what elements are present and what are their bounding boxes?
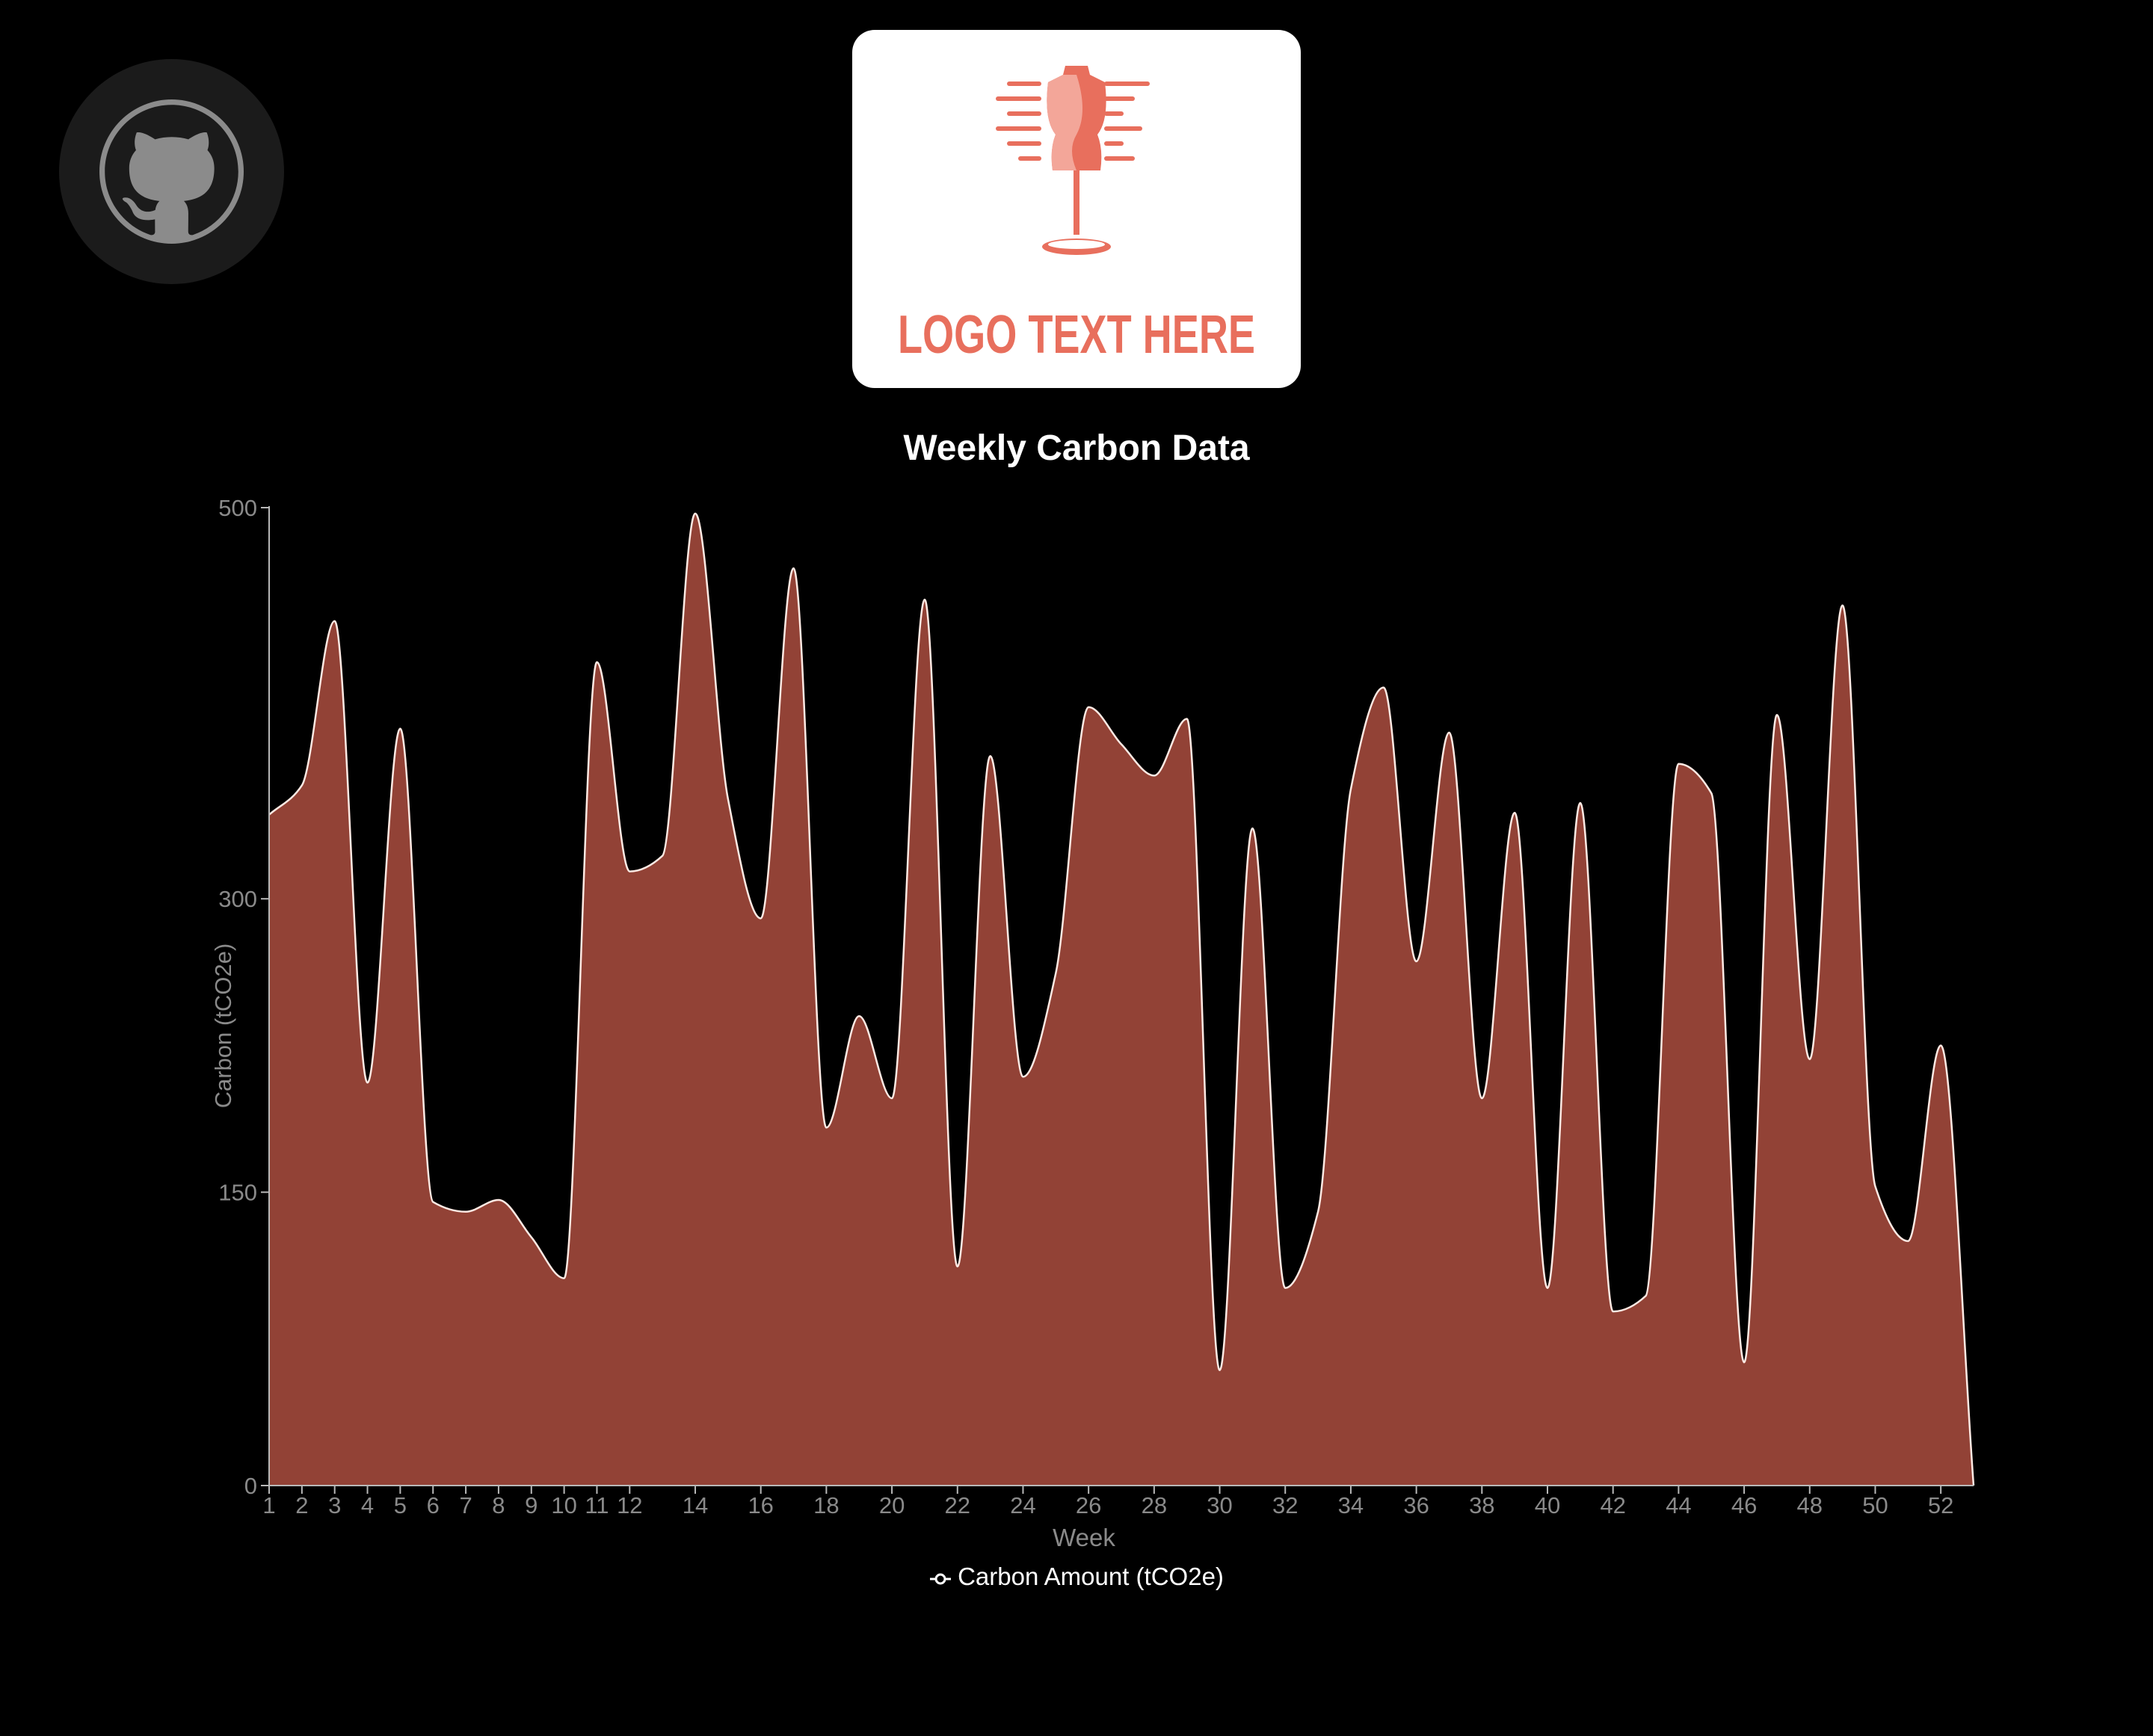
x-tick-label: 34	[1338, 1492, 1364, 1518]
x-tick-label: 8	[492, 1492, 505, 1518]
x-tick-label: 52	[1928, 1492, 1953, 1518]
x-tick-label: 22	[945, 1492, 970, 1518]
x-tick-label: 2	[295, 1492, 308, 1518]
x-tick-label: 48	[1797, 1492, 1823, 1518]
x-tick-label: 20	[879, 1492, 905, 1518]
y-tick-label: 300	[218, 886, 257, 912]
x-tick-label: 44	[1666, 1492, 1691, 1518]
legend-label: Carbon Amount (tCO2e)	[958, 1563, 1224, 1590]
y-axis-label: Carbon (tCO2e)	[210, 944, 236, 1109]
x-tick-label: 26	[1076, 1492, 1101, 1518]
x-tick-label: 32	[1272, 1492, 1298, 1518]
x-tick-label: 30	[1207, 1492, 1232, 1518]
x-axis-label: Week	[1053, 1524, 1115, 1551]
x-tick-label: 5	[394, 1492, 407, 1518]
x-tick-label: 4	[361, 1492, 374, 1518]
x-tick-label: 42	[1600, 1492, 1625, 1518]
x-tick-label: 9	[525, 1492, 538, 1518]
x-tick-label: 24	[1010, 1492, 1035, 1518]
x-tick-label: 46	[1731, 1492, 1757, 1518]
x-tick-label: 18	[813, 1492, 839, 1518]
y-tick-label: 0	[244, 1473, 257, 1499]
x-tick-label: 3	[328, 1492, 341, 1518]
legend: Carbon Amount (tCO2e)	[0, 1563, 2153, 1592]
x-tick-label: 10	[551, 1492, 576, 1518]
x-tick-label: 38	[1469, 1492, 1494, 1518]
y-tick-label: 500	[218, 495, 257, 521]
x-tick-label: 7	[459, 1492, 472, 1518]
x-tick-label: 1	[262, 1492, 275, 1518]
legend-swatch	[929, 1564, 952, 1592]
y-tick-label: 150	[218, 1180, 257, 1206]
x-tick-label: 16	[748, 1492, 773, 1518]
chart-area: 01503005001 2 3 4 5 6 7 8 9 10 11 12 14 16 18 20 22 24 26 2…	[210, 495, 1975, 1551]
x-tick-label: 11	[585, 1492, 609, 1518]
series-area-fill	[269, 513, 1974, 1486]
x-tick-label: 6	[427, 1492, 440, 1518]
x-tick-label: 12	[617, 1492, 642, 1518]
x-tick-label: 28	[1142, 1492, 1167, 1518]
x-tick-label: 14	[683, 1492, 708, 1518]
x-tick-label: 40	[1535, 1492, 1560, 1518]
x-tick-label: 50	[1862, 1492, 1888, 1518]
x-tick-label: 36	[1403, 1492, 1429, 1518]
